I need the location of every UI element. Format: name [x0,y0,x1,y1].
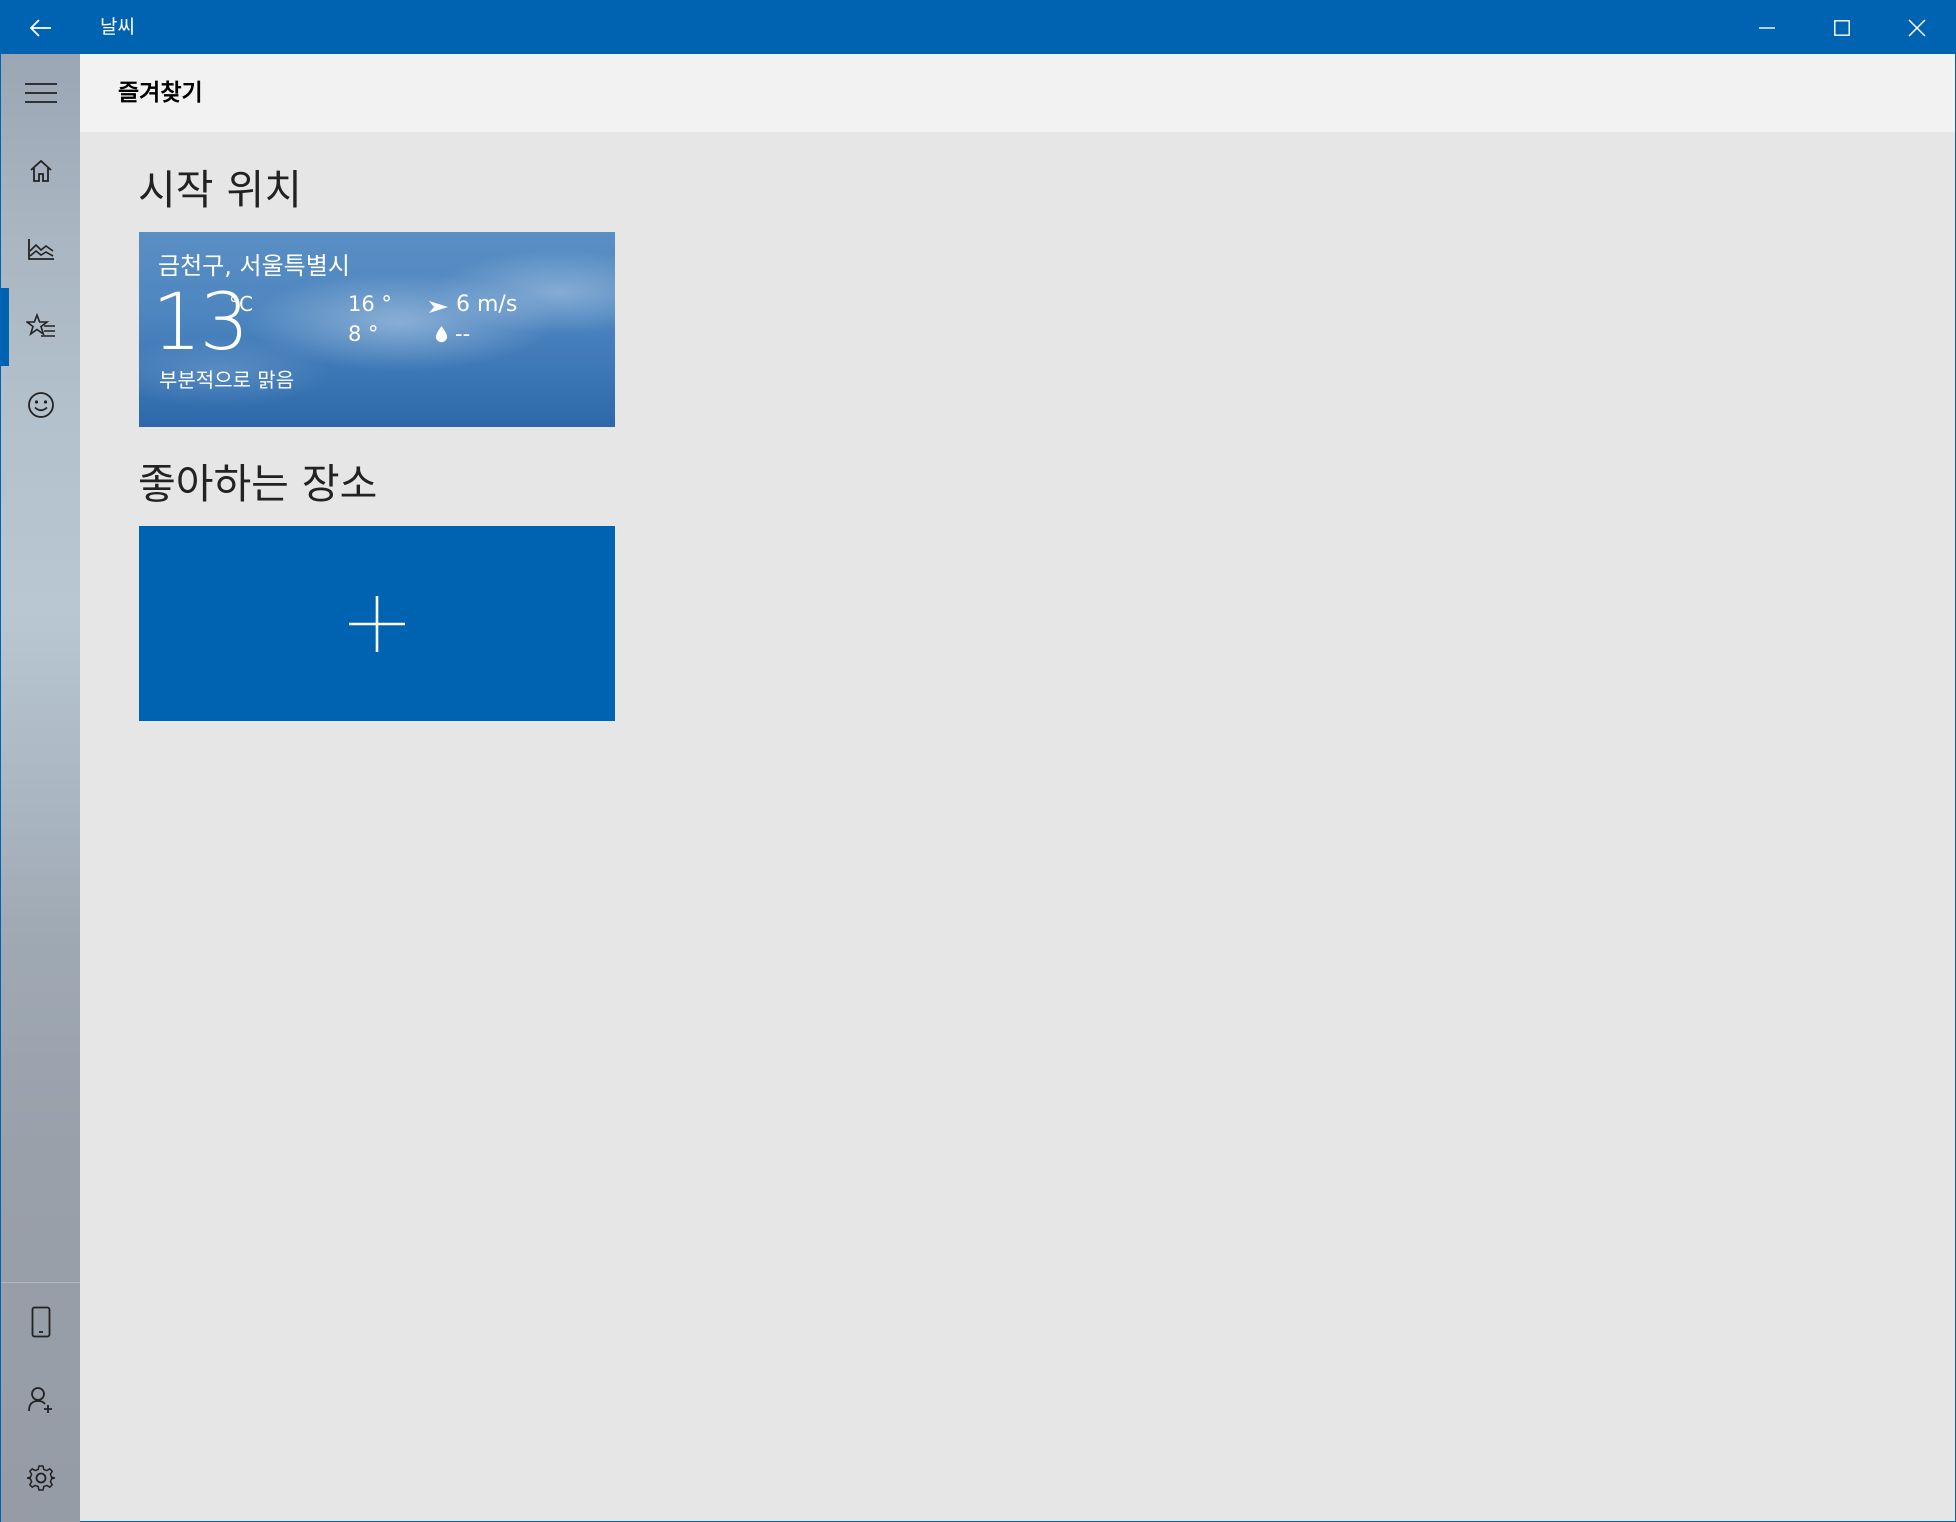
tile-high-temp: 16 ° [348,292,392,316]
nav-forecast[interactable] [1,132,80,210]
nav-sign-in[interactable] [1,1361,80,1439]
back-button[interactable] [1,1,81,54]
favorites-icon [25,313,55,337]
nav-historical-weather[interactable] [1,210,80,288]
gear-icon [26,1465,55,1491]
back-arrow-icon [30,18,51,37]
plus-icon [349,595,405,652]
tile-city: 금천구, 서울특별시 [158,252,350,280]
page-title: 즐겨찾기 [118,80,203,106]
add-person-icon [27,1387,52,1413]
tile-wind-speed: 6 m/s [456,292,518,317]
selected-indicator [1,288,9,366]
page-header: 즐겨찾기 [80,54,1955,132]
maximize-icon [1833,19,1850,36]
minimize-icon [1758,26,1775,29]
title-bar: 날씨 [1,1,1955,54]
minimize-button[interactable] [1729,1,1804,54]
launch-location-heading: 시작 위치 [138,166,302,214]
chart-icon [27,239,54,260]
add-favorite-button[interactable] [139,526,615,721]
tile-low-temp: 8 ° [348,322,379,346]
favorite-places-heading: 좋아하는 장소 [138,460,378,508]
smiley-icon [27,392,54,418]
phone-icon [31,1306,50,1338]
tile-condition: 부분적으로 맑음 [159,368,295,392]
hamburger-menu-button[interactable] [1,54,80,132]
close-icon [1907,18,1926,37]
nav-feedback[interactable] [1,366,80,444]
tile-precipitation: -- [455,322,471,346]
nav-get-mobile-app[interactable] [1,1283,80,1361]
nav-favorites[interactable] [1,288,80,366]
wind-direction-icon [429,301,448,313]
hamburger-menu-icon [24,83,57,103]
close-button[interactable] [1879,1,1954,54]
launch-location-tile[interactable]: 금천구, 서울특별시 13 °C 16 ° 8 ° 6 m/s -- 부분적으로… [139,232,615,427]
home-icon [29,159,52,182]
nav-settings[interactable] [1,1439,80,1517]
tile-temperature-unit: °C [229,292,253,316]
weather-app-window: 날씨 즐겨찾기 시작 위치 금천구, 서울특별시 13 °C 16 ° 8 ° … [0,0,1956,1522]
navigation-sidebar [1,54,80,1522]
precipitation-drop-icon [435,326,448,343]
maximize-button[interactable] [1804,1,1879,54]
window-title: 날씨 [100,16,135,38]
